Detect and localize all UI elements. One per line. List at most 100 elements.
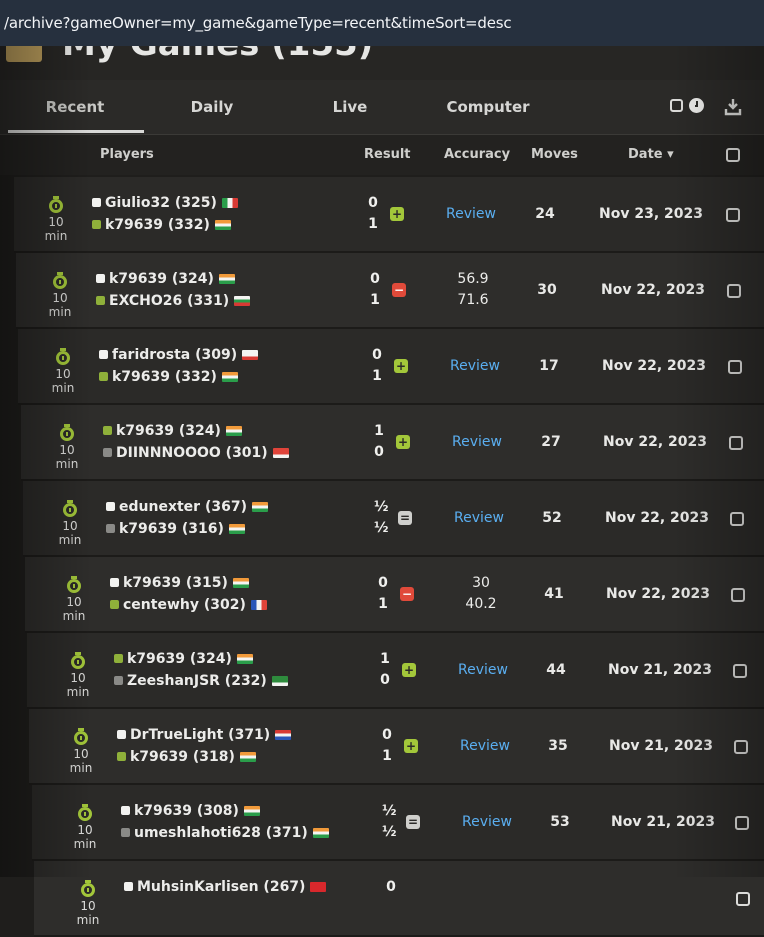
black-player-name[interactable]: k79639 (332) — [105, 217, 210, 233]
black-player-line[interactable]: centewhy (302) — [110, 594, 267, 616]
white-player-line[interactable]: k79639 (324) — [103, 420, 289, 442]
players-cell: k79639 (324) DIINNNOOOO (301) — [103, 420, 289, 464]
black-player-line[interactable]: k79639 (318) — [117, 746, 291, 768]
draw-icon: = — [398, 511, 412, 525]
time-control: 10 min — [40, 272, 80, 319]
review-link[interactable]: Review — [440, 356, 510, 377]
black-player-name[interactable]: DIINNNOOOO (301) — [116, 445, 268, 461]
select-all-checkbox[interactable] — [726, 148, 740, 162]
table-row[interactable]: 10 min k79639 (324) DIINNNOOOO (301) 1 0 + Rev… — [21, 405, 764, 481]
review-label[interactable]: Review — [444, 508, 514, 529]
black-player-line[interactable]: ZeeshanJSR (232) — [114, 670, 288, 692]
review-link[interactable]: Review — [450, 736, 520, 757]
row-checkbox[interactable] — [726, 208, 740, 222]
review-label[interactable]: Review — [448, 660, 518, 681]
table-row[interactable]: 10 min MuhsinKarlisen (267) 0 — [34, 861, 764, 937]
review-link[interactable]: Review — [448, 660, 518, 681]
review-label[interactable]: Review — [442, 432, 512, 453]
white-player-line[interactable]: k79639 (308) — [121, 800, 329, 822]
review-link[interactable]: Review — [442, 432, 512, 453]
moves-count: 24 — [535, 206, 555, 222]
accuracy-black: 71.6 — [457, 292, 489, 308]
flag-icon — [271, 676, 288, 686]
review-label[interactable]: Review — [452, 812, 522, 833]
col-players: Players — [100, 147, 154, 162]
stopwatch-icon — [56, 348, 70, 365]
white-player-line[interactable]: faridrosta (309) — [99, 344, 259, 366]
tab-daily[interactable]: Daily — [150, 80, 274, 134]
white-player-name[interactable]: faridrosta (309) — [112, 347, 237, 363]
clock-icon[interactable] — [689, 98, 704, 113]
white-player-line[interactable]: DrTrueLight (371) — [117, 724, 292, 746]
white-player-line[interactable]: k79639 (315) — [110, 572, 267, 594]
result-white: 0 — [386, 879, 396, 895]
table-row[interactable]: 10 min Giulio32 (325) k79639 (332) 0 1 + Revie… — [14, 177, 764, 253]
black-player-line[interactable]: umeshlahoti628 (371) — [121, 822, 329, 844]
table-row[interactable]: 10 min k79639 (324) ZeeshanJSR (232) 1 0 + Rev… — [27, 633, 764, 709]
review-label[interactable]: Review — [450, 736, 520, 757]
table-row[interactable]: 10 min DrTrueLight (371) k79639 (318) 0 1 + Re… — [29, 709, 764, 785]
black-player-name[interactable]: k79639 (332) — [112, 369, 217, 385]
tab-computer[interactable]: Computer — [420, 80, 556, 134]
col-date-sort[interactable]: Date ▾ — [628, 147, 674, 162]
result-scores: ½½ — [382, 801, 397, 843]
download-icon[interactable] — [724, 98, 742, 116]
address-bar[interactable]: /archive?gameOwner=my_game&gameType=rece… — [0, 0, 764, 47]
black-player-name[interactable]: umeshlahoti628 (371) — [134, 825, 308, 841]
review-label[interactable]: Review — [440, 356, 510, 377]
white-player-line[interactable]: MuhsinKarlisen (267) — [124, 876, 327, 898]
white-player-line[interactable]: Giulio32 (325) — [92, 192, 238, 214]
black-player-line[interactable]: EXCHO26 (331) — [96, 290, 251, 312]
win-icon: + — [394, 359, 408, 373]
row-checkbox[interactable] — [727, 284, 741, 298]
black-player-line[interactable]: k79639 (316) — [106, 518, 268, 540]
row-checkbox[interactable] — [728, 360, 742, 374]
review-link[interactable]: Review — [452, 812, 522, 833]
white-player-line[interactable]: k79639 (324) — [96, 268, 250, 290]
white-player-name[interactable]: k79639 (324) — [116, 423, 221, 439]
white-player-name[interactable]: Giulio32 (325) — [105, 195, 217, 211]
time-label: 10 min — [62, 595, 86, 623]
row-checkbox[interactable] — [734, 740, 748, 754]
black-player-name[interactable]: k79639 (318) — [130, 749, 235, 765]
table-row[interactable]: 10 min faridrosta (309) k79639 (332) 0 1 + Rev… — [18, 329, 764, 405]
white-player-name[interactable]: k79639 (315) — [123, 575, 228, 591]
tab-recent[interactable]: Recent — [10, 80, 140, 134]
checkbox-icon[interactable] — [670, 99, 683, 112]
table-row[interactable]: 10 min k79639 (324) EXCHO26 (331) 0 1−56.9 71… — [16, 253, 764, 329]
black-player-name[interactable]: ZeeshanJSR (232) — [127, 673, 267, 689]
review-link[interactable]: Review — [436, 204, 506, 225]
row-checkbox[interactable] — [730, 512, 744, 526]
tab-live[interactable]: Live — [290, 80, 410, 134]
white-player-name[interactable]: k79639 (324) — [109, 271, 214, 287]
black-player-name[interactable]: centewhy (302) — [123, 597, 246, 613]
white-player-name[interactable]: MuhsinKarlisen (267) — [137, 879, 305, 895]
table-row[interactable]: 10 min edunexter (367) k79639 (316) ½ ½ = Revi… — [23, 481, 764, 557]
table-row[interactable]: 10 min k79639 (315) centewhy (302) 0 1−30 40.… — [25, 557, 764, 633]
row-checkbox[interactable] — [731, 588, 745, 602]
black-player-line[interactable]: DIINNNOOOO (301) — [103, 442, 289, 464]
review-link[interactable]: Review — [444, 508, 514, 529]
white-player-name[interactable]: k79639 (324) — [127, 651, 232, 667]
flag-icon — [236, 654, 253, 664]
row-checkbox[interactable] — [736, 892, 750, 906]
row-checkbox[interactable] — [733, 664, 747, 678]
black-player-line[interactable]: k79639 (332) — [92, 214, 238, 236]
moves-count: 53 — [550, 814, 570, 830]
black-player-line[interactable]: k79639 (332) — [99, 366, 258, 388]
white-player-line[interactable]: edunexter (367) — [106, 496, 268, 518]
result-white: 1 — [380, 651, 390, 667]
review-label[interactable]: Review — [436, 204, 506, 225]
white-player-name[interactable]: k79639 (308) — [134, 803, 239, 819]
table-row[interactable]: 10 min k79639 (308) umeshlahoti628 (371) ½ ½… — [32, 785, 764, 861]
table-header: Players Result Accuracy Moves Date ▾ — [0, 135, 764, 175]
white-player-line[interactable]: k79639 (324) — [114, 648, 288, 670]
white-player-name[interactable]: edunexter (367) — [119, 499, 247, 515]
row-checkbox[interactable] — [735, 816, 749, 830]
black-player-name[interactable]: EXCHO26 (331) — [109, 293, 229, 309]
black-player-name[interactable]: k79639 (316) — [119, 521, 224, 537]
flag-icon — [218, 274, 235, 284]
white-player-name[interactable]: DrTrueLight (371) — [130, 727, 270, 743]
result-white: 0 — [372, 347, 382, 363]
row-checkbox[interactable] — [729, 436, 743, 450]
